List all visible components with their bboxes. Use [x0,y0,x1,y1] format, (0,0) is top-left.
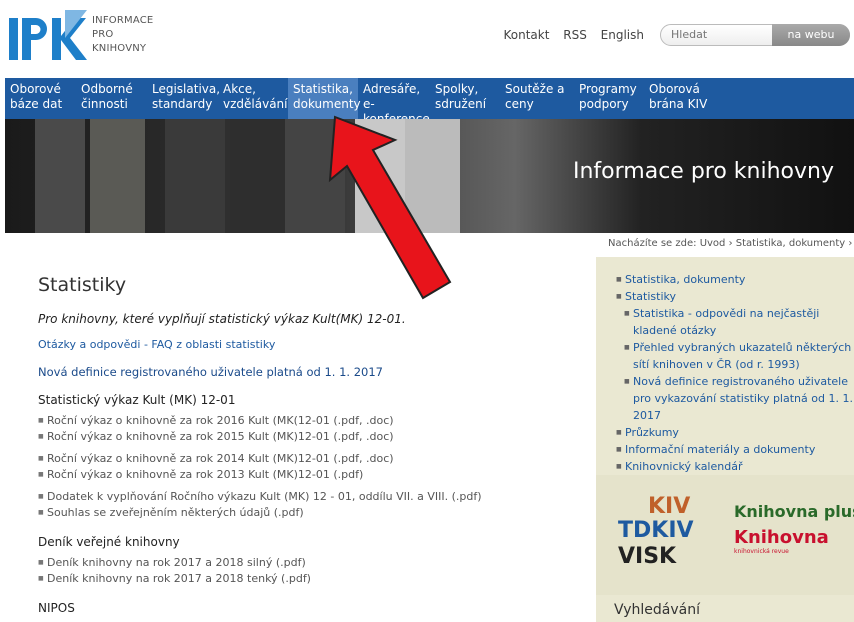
nav-label: báze dat [10,97,63,111]
list-item[interactable]: Roční výkaz o knihovně za rok 2013 Kult … [38,467,568,483]
nav-label: činnosti [81,97,128,111]
nav-item-programy[interactable]: Programy podpory [574,78,644,119]
breadcrumb: Nacházíte se zde: Úvod › Statistika, dok… [608,238,854,249]
nav-label: Statistika, [293,82,353,96]
header-banner: Informace pro knihovny [5,119,854,233]
nav-label: podpory [579,97,629,111]
list-item[interactable]: Dodatek k vyplňování Ročního výkazu Kult… [38,489,568,505]
logo-text-line: KNIHOVNY [92,43,147,54]
nav-label: Adresáře, e- [363,82,421,111]
section-title: NIPOS [38,601,75,615]
nav-label: Legislativa, [152,82,221,96]
knihovna-revue-logo: Knihovna [734,527,829,548]
rss-link[interactable]: RSS [563,28,587,42]
list-item[interactable]: Deník knihovny na rok 2017 a 2018 tenký … [38,571,568,587]
main-content: Statistiky Pro knihovny, které vyplňují … [38,250,568,615]
document-list: Roční výkaz o knihovně za rok 2016 Kult … [38,413,568,521]
logo-text-line: INFORMACE [92,15,154,26]
ipk-logo[interactable] [7,10,87,65]
sidebar-item[interactable]: Statistiky [616,288,854,305]
nav-label: Spolky, [435,82,479,96]
tdkiv-logo: TDKIV [618,518,694,543]
logo-text: INFORMACE PRO KNIHOVNY [92,14,153,56]
new-definition-link[interactable]: Nová definice registrovaného uživatele p… [38,365,568,379]
sidebar-item[interactable]: Statistika, dokumenty [616,271,854,288]
nav-item-adresare[interactable]: Adresáře, e-konference [358,78,430,126]
contact-link[interactable]: Kontakt [503,28,549,42]
sidebar-item[interactable]: Statistika - odpovědi na nejčastěji klad… [624,305,854,339]
banner-title: Informace pro knihovny [573,159,834,184]
nav-label: Oborové [10,82,61,96]
nav-item-oborova-brana[interactable]: Oborová brána KIV [644,78,724,119]
sidebar-item[interactable]: Nová definice registrovaného uživatele p… [624,373,854,424]
nav-label: Soutěže a [505,82,565,96]
nav-label: brána KIV [649,97,708,111]
main-nav: Oborové báze dat Odborné činnosti Legislat… [5,78,854,126]
partner-logos-graphic[interactable]: KIV TDKIV VISK Knihovna plus Knihovna kn… [596,475,854,595]
banner-book [165,119,225,233]
sidebar: Statistika, dokumenty Statistiky Statist… [596,257,854,622]
nav-label: Akce, [223,82,256,96]
kiv-logo: KIV [648,494,690,519]
nav-item-souteze[interactable]: Soutěže a ceny [500,78,574,119]
search-box: na webu [660,24,850,46]
nav-label: Programy [579,82,637,96]
nav-item-akce[interactable]: Akce, vzdělávání [218,78,288,119]
nav-item-spolky[interactable]: Spolky, sdružení [430,78,500,119]
intro-text: Pro knihovny, které vyplňují statistický… [38,312,406,326]
list-item[interactable]: Deník knihovny na rok 2017 a 2018 silný … [38,555,568,571]
visk-logo: VISK [618,544,677,569]
list-item[interactable]: Roční výkaz o knihovně za rok 2015 Kult … [38,429,568,445]
nav-label: ceny [505,97,534,111]
nav-label: vzdělávání [223,97,288,111]
search-button[interactable]: na webu [772,24,850,46]
knihovna-plus-logo: Knihovna plus [734,502,854,521]
sidebar-item[interactable]: Přehled vybraných ukazatelů některých sí… [624,339,854,373]
top-links: Kontakt RSS English [493,28,644,42]
document-list: Deník knihovny na rok 2017 a 2018 silný … [38,555,568,587]
banner-book [285,119,345,233]
sidebar-item[interactable]: Informační materiály a dokumenty [616,441,854,458]
nav-label: Oborová [649,82,700,96]
list-item[interactable]: Roční výkaz o knihovně za rok 2016 Kult … [38,413,568,429]
nav-item-odborne-cinnosti[interactable]: Odborné činnosti [76,78,147,119]
banner-book [90,119,145,233]
nav-label: dokumenty [293,97,361,111]
sidebar-menu: Statistika, dokumenty Statistiky Statist… [596,257,854,475]
section-title: Deník veřejné knihovny [38,535,180,549]
logo-text-line: PRO [92,29,114,40]
partner-logos: KIV TDKIV VISK Knihovna plus Knihovna kn… [596,475,854,595]
header: INFORMACE PRO KNIHOVNY Kontakt RSS Engli… [0,0,854,75]
sidebar-item[interactable]: Průzkumy [616,424,854,441]
nav-item-oborove-baze[interactable]: Oborové báze dat [5,78,76,119]
nav-label: Odborné [81,82,133,96]
banner-book [35,119,85,233]
section-title: Statistický výkaz Kult (MK) 12-01 [38,393,236,407]
english-link[interactable]: English [601,28,644,42]
list-item[interactable]: Roční výkaz o knihovně za rok 2014 Kult … [38,451,568,467]
nav-item-statistika[interactable]: Statistika, dokumenty [288,78,361,119]
faq-link[interactable]: Otázky a odpovědi - FAQ z oblasti statis… [38,338,568,351]
list-item[interactable]: Souhlas se zveřejněním některých údajů (… [38,505,568,521]
sidebar-item[interactable]: Knihovnický kalendář [616,458,854,475]
banner-book [405,119,460,233]
nav-item-legislativa[interactable]: Legislativa, standardy [147,78,221,119]
banner-book [230,119,285,233]
sidebar-search-title: Vyhledávání [614,602,700,618]
nav-label: standardy [152,97,213,111]
knihovna-revue-subtitle: knihovnická revue [734,548,789,555]
page-title: Statistiky [38,274,127,296]
nav-label: sdružení [435,97,487,111]
banner-book [355,119,405,233]
search-input[interactable] [671,28,771,41]
